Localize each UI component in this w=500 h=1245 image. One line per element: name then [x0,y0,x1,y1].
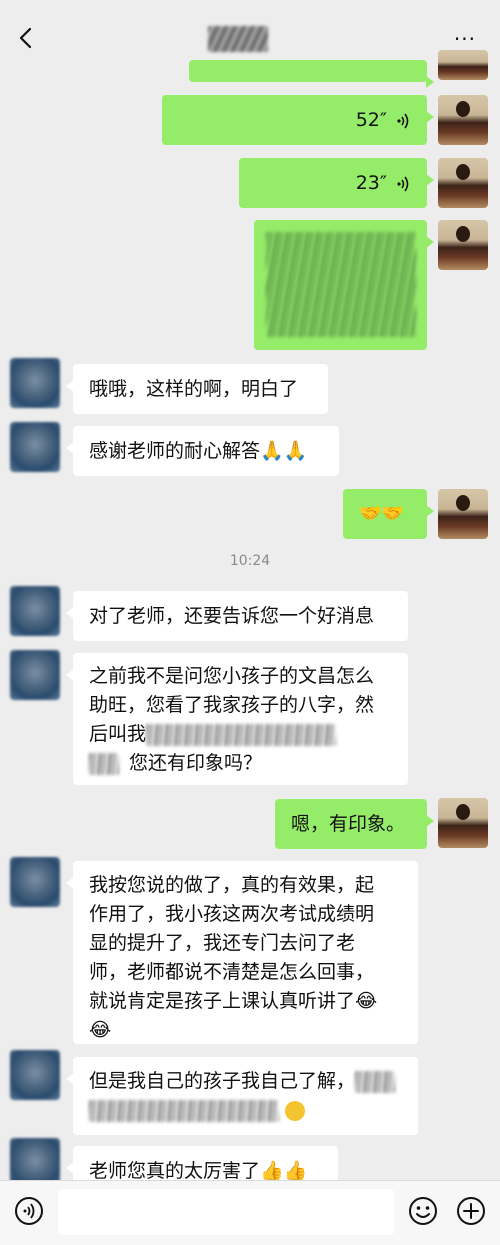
obscured-text [89,752,119,775]
contact-avatar[interactable] [10,650,60,700]
message-line: 您还有印象吗？ [89,749,392,778]
my-avatar[interactable] [438,50,488,80]
obscured-text [146,723,337,746]
chevron-left-icon[interactable] [14,26,38,50]
message-bubble-other[interactable]: 但是我自己的孩子我自己了解， [66,1057,418,1135]
voice-duration: 52″ [355,109,387,131]
message-line [89,1096,402,1125]
my-avatar[interactable] [438,798,488,848]
message-text: 对了老师，还要告诉您一个好消息 [89,605,375,627]
message-line: 师，老师都说不清楚是怎么回事， [89,961,375,983]
message-text: 🤝🤝 [359,503,404,524]
voice-duration: 23″ [355,172,387,194]
message-text: 嗯，有印象。 [291,813,406,835]
message-input[interactable] [58,1189,394,1235]
contact-avatar[interactable] [10,422,60,472]
voice-message-bubble[interactable]: 52″ [162,95,434,145]
obscured-text [266,232,416,337]
more-options-icon[interactable]: ··· [454,29,476,49]
voice-message-bubble[interactable]: 23″ [239,158,434,208]
message-line: 作用了，我小孩这两次考试成绩明 [89,903,375,925]
contact-avatar[interactable] [10,857,60,907]
message-line: 助旺，您看了我家孩子的八字，然 [89,694,375,716]
voice-wave-icon [397,176,409,191]
message-line: 显的提升了，我还专门去问了老 [89,932,356,954]
my-avatar[interactable] [438,95,488,145]
message-bubble-other[interactable]: 感谢老师的耐心解答🙏🙏 [66,426,339,476]
message-bubble-me[interactable] [189,60,434,88]
message-line: 😂 [89,1019,112,1041]
emoji-icon [285,1100,306,1121]
message-bubble-me[interactable]: 🤝🤝 [343,489,434,539]
my-avatar[interactable] [438,220,488,270]
obscured-text [89,1099,279,1122]
timestamp: 10:24 [229,553,271,569]
message-text: 哦哦，这样的啊，明白了 [89,378,299,400]
message-bubble-other[interactable]: 之前我不是问您小孩子的文昌怎么 助旺，您看了我家孩子的八字，然 后叫我 您还有印… [66,653,408,785]
voice-input-icon[interactable] [14,1196,44,1226]
plus-icon[interactable] [456,1196,486,1226]
message-line: 就说肯定是孩子上课认真听讲了😂 [89,990,378,1012]
message-text: 老师您真的太厉害了👍👍 [89,1160,308,1182]
message-bubble-me[interactable]: 嗯，有印象。 [275,799,434,849]
message-line: 但是我自己的孩子我自己了解， [89,1067,402,1096]
message-bubble-other[interactable]: 对了老师，还要告诉您一个好消息 [66,591,408,641]
message-line: 我按您说的做了，真的有效果，起 [89,874,375,896]
voice-wave-icon [397,113,409,128]
my-avatar[interactable] [438,489,488,539]
chat-header: ··· [0,10,500,66]
message-bubble-me-obscured[interactable] [254,220,434,350]
contact-avatar[interactable] [10,586,60,636]
message-line: 之前我不是问您小孩子的文昌怎么 [89,665,375,687]
input-bar [0,1180,500,1245]
message-line: 后叫我 [89,720,392,749]
contact-avatar[interactable] [10,358,60,408]
chat-title [208,26,268,52]
contact-avatar[interactable] [10,1050,60,1100]
status-bar [0,0,500,10]
obscured-text [355,1070,396,1093]
message-text: 感谢老师的耐心解答🙏🙏 [89,440,308,462]
message-bubble-other[interactable]: 哦哦，这样的啊，明白了 [66,364,328,414]
emoji-icon[interactable] [408,1196,438,1226]
message-bubble-other[interactable]: 我按您说的做了，真的有效果，起 作用了，我小孩这两次考试成绩明 显的提升了，我还… [66,861,418,1044]
my-avatar[interactable] [438,158,488,208]
